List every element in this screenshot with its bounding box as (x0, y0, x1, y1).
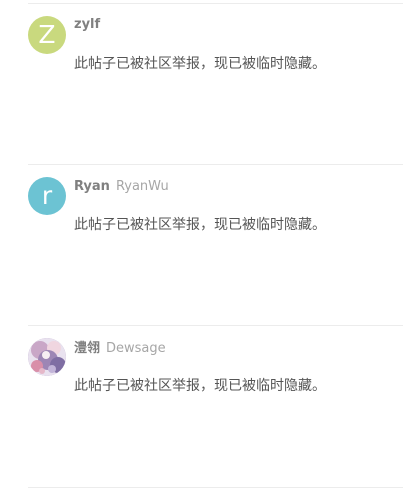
post-divider (28, 325, 403, 326)
full-name: RyanWu (115, 179, 169, 194)
hidden-post-notice: 此帖子已被社区举报，现已被临时隐藏。 (74, 378, 326, 394)
avatar-image (28, 338, 66, 376)
post-item: 澧翎 Dewsage 此帖子已被社区举报，现已被临时隐藏。 (0, 0, 403, 394)
hidden-post-notice: 此帖子已被社区举报，现已被临时隐藏。 (74, 217, 326, 233)
full-name: Dewsage (106, 341, 166, 356)
avatar[interactable] (28, 338, 66, 376)
post-divider (28, 487, 403, 488)
post-divider (28, 164, 403, 165)
post-meta: 澧翎 Dewsage (74, 341, 166, 357)
username[interactable]: Ryan (74, 179, 110, 194)
post-meta: Ryan RyanWu (74, 179, 169, 195)
avatar[interactable]: r (28, 177, 66, 215)
username[interactable]: 澧翎 (74, 341, 100, 356)
